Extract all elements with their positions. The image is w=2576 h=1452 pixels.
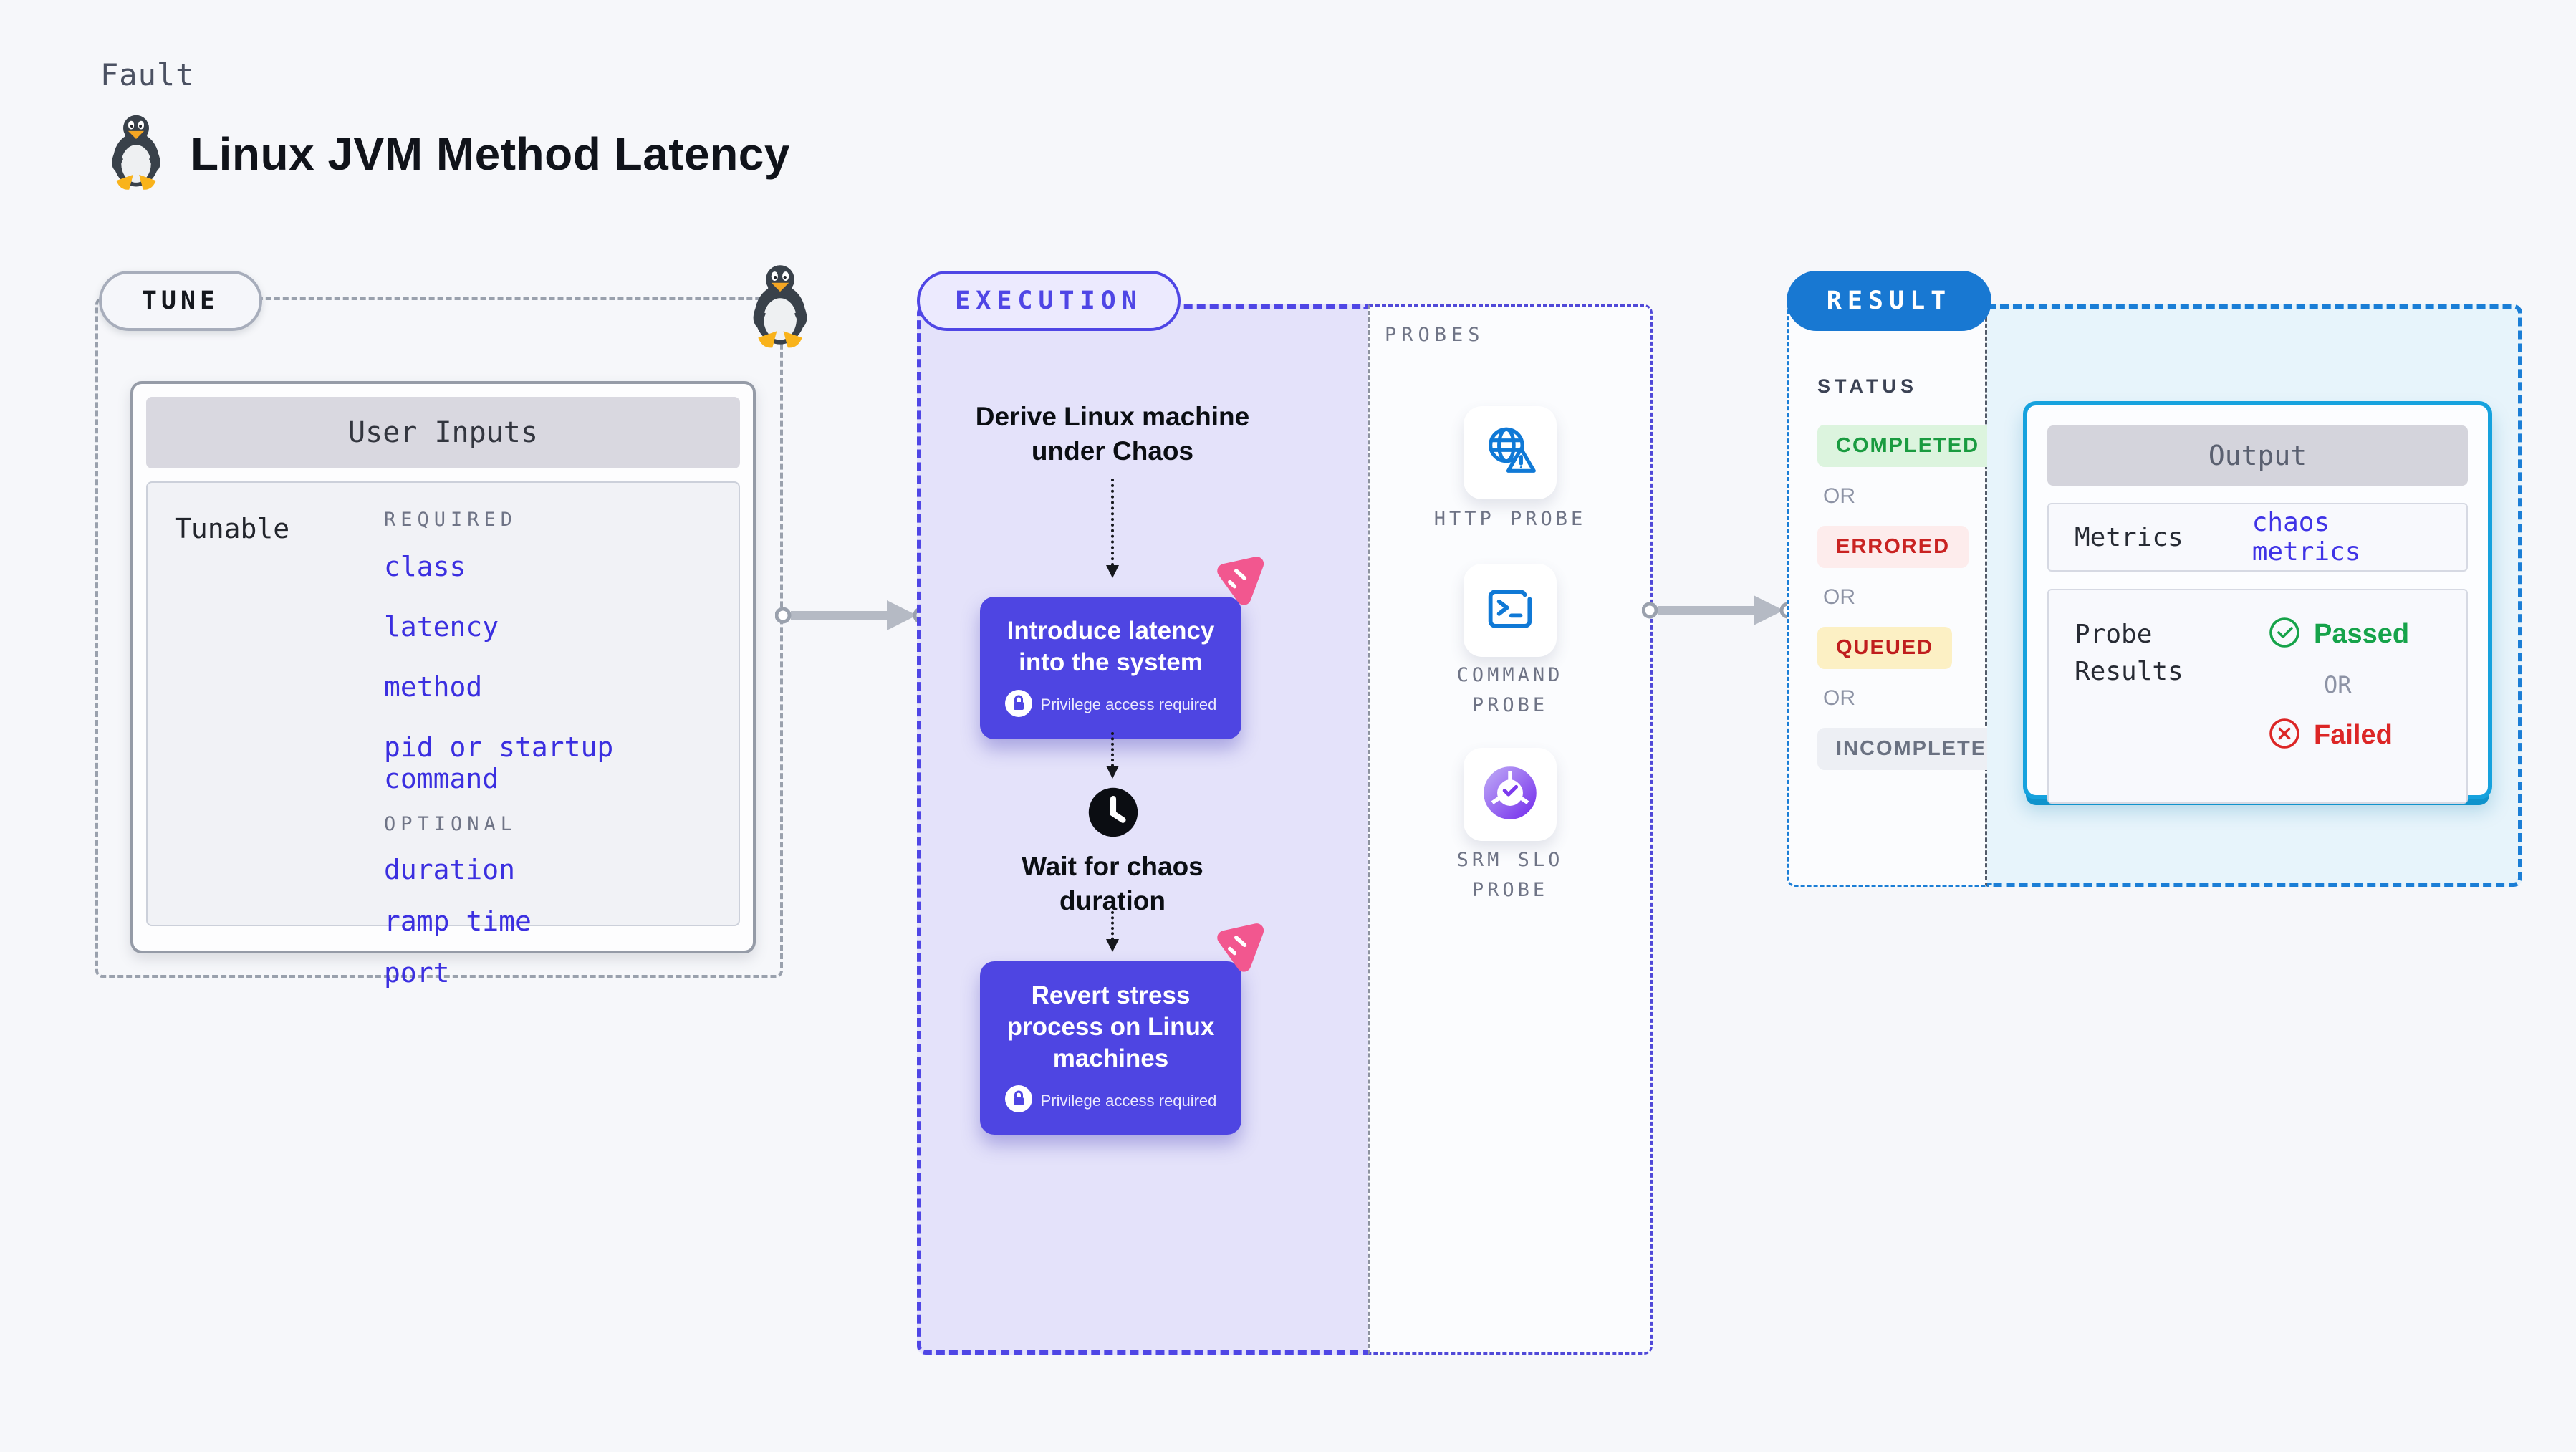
failed-line: Failed bbox=[2268, 717, 2409, 754]
metrics-value: chaos metrics bbox=[2251, 508, 2361, 567]
privilege-note: Privilege access required bbox=[1040, 1091, 1217, 1110]
flow-arrow-down-2 bbox=[1106, 732, 1119, 779]
output-title: Output bbox=[2047, 425, 2468, 486]
execution-step-derive: Derive Linux machine under Chaos bbox=[975, 402, 1250, 466]
terminal-icon bbox=[1481, 580, 1539, 642]
result-section-badge: RESULT bbox=[1787, 271, 1991, 331]
wait-clock-icon bbox=[1087, 787, 1139, 838]
fault-diagram-page: Fault Linux JVM Method Latency TUNE User… bbox=[0, 0, 2576, 1452]
privilege-note-row: Privilege access required bbox=[1004, 689, 1217, 721]
execution-section-badge: EXECUTION bbox=[917, 271, 1181, 331]
passed-line: Passed bbox=[2268, 616, 2409, 653]
tunable-item: ramp time bbox=[384, 905, 532, 937]
required-items-list: class latency method pid or startup command bbox=[384, 551, 710, 794]
lock-icon bbox=[1004, 1085, 1032, 1116]
chaos-experiment-icon bbox=[1206, 915, 1269, 979]
globe-alert-icon bbox=[1481, 422, 1539, 484]
command-probe-label: COMMAND PROBE bbox=[1456, 664, 1564, 716]
optional-group-label: OPTIONAL bbox=[384, 813, 518, 835]
or-separator: OR bbox=[1823, 585, 1855, 609]
required-group-label: REQUIRED bbox=[384, 509, 518, 531]
status-label: STATUS bbox=[1817, 375, 1918, 397]
tunable-item: pid or startup command bbox=[384, 731, 614, 794]
introduce-latency-title: Introduce latency into the system bbox=[1006, 617, 1215, 676]
introduce-latency-card: Introduce latency into the system Privil… bbox=[980, 597, 1241, 739]
status-badge-errored: ERRORED bbox=[1817, 526, 1969, 568]
tux-penguin-corner-icon bbox=[747, 259, 813, 352]
result-status-box: STATUS COMPLETED OR ERRORED OR QUEUED OR… bbox=[1787, 304, 2022, 887]
tunable-item: method bbox=[384, 671, 483, 703]
execution-to-result-arrow bbox=[1642, 595, 1796, 625]
revert-stress-title: Revert stress process on Linux machines bbox=[1006, 981, 1215, 1072]
tunable-item: latency bbox=[384, 611, 499, 643]
or-separator: OR bbox=[1823, 484, 1855, 508]
privilege-note: Privilege access required bbox=[1040, 696, 1217, 713]
tunable-item: port bbox=[384, 957, 450, 989]
tunable-item: duration bbox=[384, 854, 516, 885]
x-circle-icon bbox=[2268, 717, 2301, 754]
lock-icon bbox=[1004, 689, 1032, 721]
probe-results-row: Probe Results Passed OR Failed bbox=[2047, 589, 2468, 804]
tune-section-badge: TUNE bbox=[99, 271, 262, 331]
flow-arrow-down-3 bbox=[1106, 911, 1119, 952]
tunable-label: Tunable bbox=[175, 513, 290, 544]
tune-to-execution-arrow bbox=[775, 600, 929, 630]
tunable-list-panel: Tunable REQUIRED class latency method pid o… bbox=[146, 481, 740, 989]
output-card: Output Metrics chaos metrics Probe Resul… bbox=[2023, 401, 2492, 804]
or-separator: OR bbox=[1823, 686, 1855, 710]
check-circle-icon bbox=[2268, 616, 2301, 653]
probe-results-label: Probe Results bbox=[2075, 620, 2183, 687]
status-badge-completed: COMPLETED bbox=[1817, 425, 1999, 467]
user-inputs-title: User Inputs bbox=[146, 397, 740, 468]
slo-donut-check-icon bbox=[1481, 764, 1539, 826]
revert-stress-card: Revert stress process on Linux machines … bbox=[980, 961, 1241, 1135]
page-title: Linux JVM Method Latency bbox=[191, 128, 790, 180]
tunable-item: class bbox=[384, 551, 466, 582]
http-probe-label: HTTP PROBE bbox=[1433, 508, 1587, 530]
http-probe-card bbox=[1464, 406, 1557, 499]
srm-slo-probe-label: SRM SLO PROBE bbox=[1456, 849, 1564, 901]
page-title-row: Linux JVM Method Latency bbox=[106, 113, 790, 194]
or-separator: OR bbox=[2324, 671, 2352, 698]
tux-penguin-icon bbox=[106, 113, 166, 194]
probes-label: PROBES bbox=[1385, 324, 1485, 346]
chaos-experiment-icon bbox=[1206, 549, 1269, 612]
fault-eyebrow: Fault bbox=[100, 57, 195, 92]
command-probe-card bbox=[1464, 564, 1557, 657]
metrics-row: Metrics chaos metrics bbox=[2047, 503, 2468, 572]
optional-items-list: duration ramp time port bbox=[384, 854, 710, 989]
failed-label: Failed bbox=[2314, 720, 2393, 750]
flow-arrow-down-1 bbox=[1106, 479, 1119, 578]
user-inputs-card: User Inputs Tunable REQUIRED class latenc… bbox=[130, 381, 756, 989]
execution-step-wait: Wait for chaos duration bbox=[1022, 852, 1203, 916]
passed-label: Passed bbox=[2314, 619, 2410, 649]
privilege-note-row: Privilege access required bbox=[1004, 1085, 1217, 1116]
metrics-label: Metrics bbox=[2075, 522, 2183, 552]
srm-slo-probe-card bbox=[1464, 748, 1557, 841]
status-badge-queued: QUEUED bbox=[1817, 627, 1953, 669]
